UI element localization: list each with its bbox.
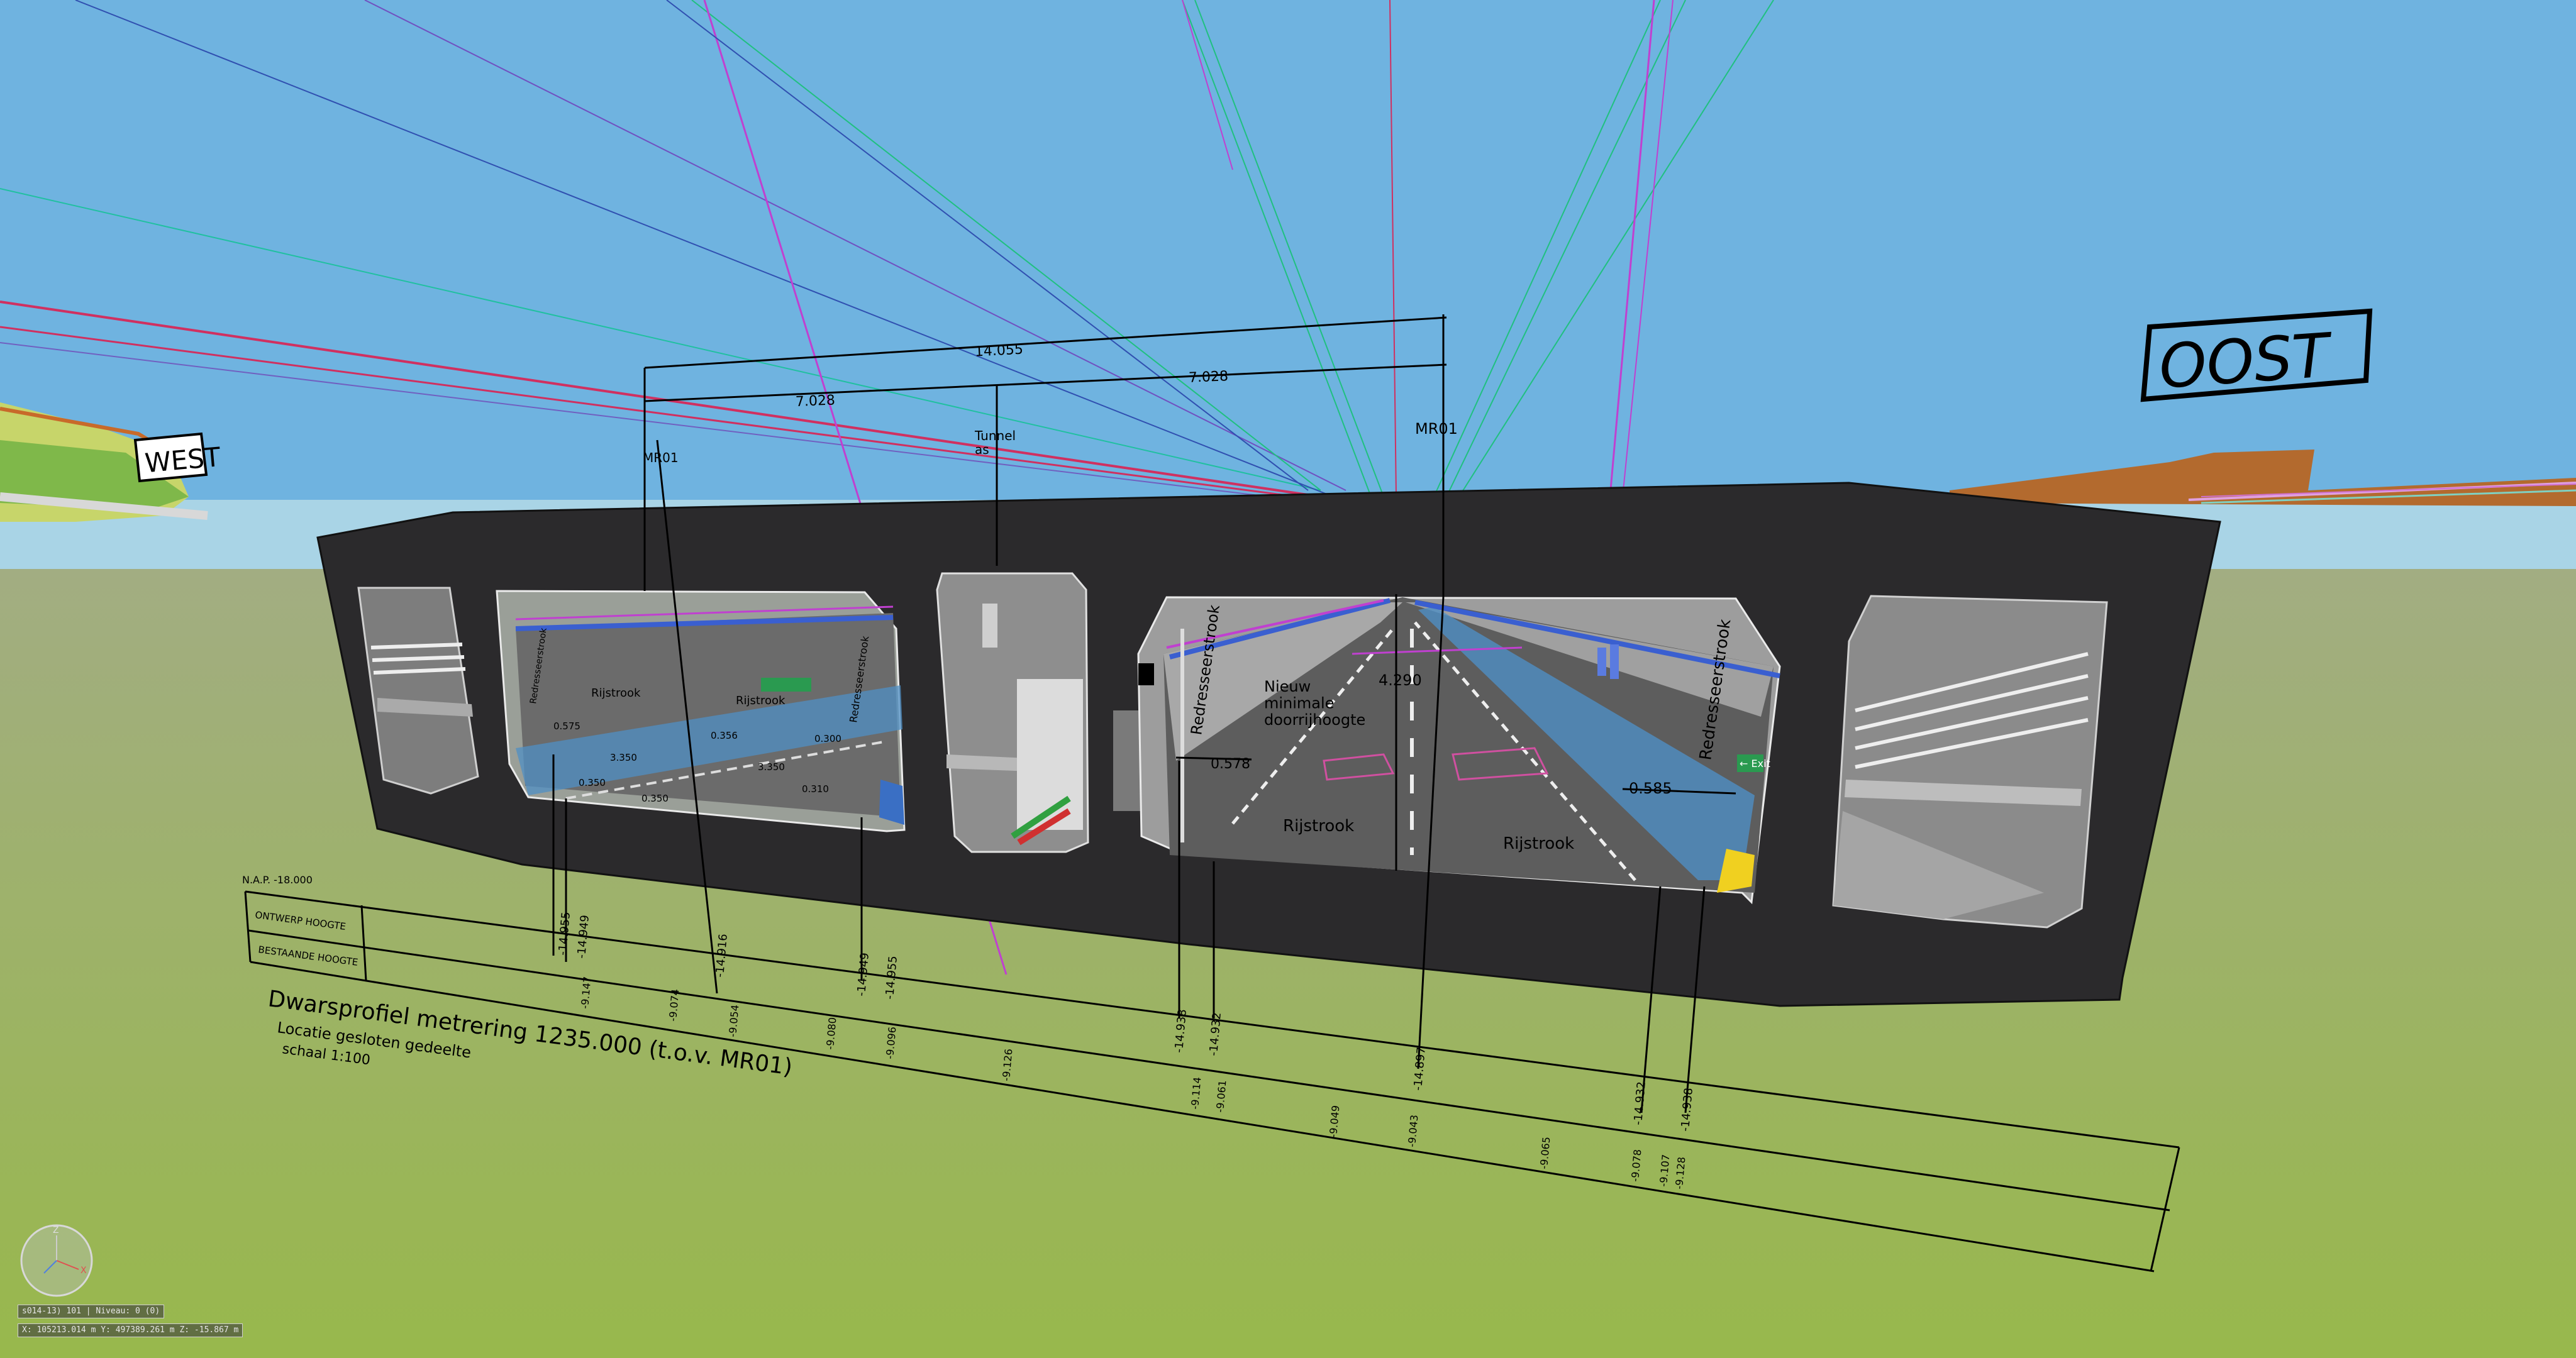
svg-text:WEST: WEST <box>143 441 222 478</box>
dim-right: 7.028 <box>1188 368 1228 386</box>
dim-clearance: 4.290 <box>1379 671 1422 689</box>
dim-left-offset: 0.578 <box>1211 756 1250 772</box>
svg-text:Rijstrook: Rijstrook <box>591 687 641 700</box>
dim-left: 7.028 <box>795 392 835 410</box>
svg-text:0.575: 0.575 <box>553 720 580 732</box>
east-service-gallery <box>1832 595 2108 929</box>
svg-text:OOST: OOST <box>2157 320 2335 402</box>
tunnel-cross-section-scene[interactable]: ← Exit WEST OOST 14.055 7.028 7.028 4.29… <box>0 0 2576 1358</box>
svg-text:0.350: 0.350 <box>641 793 669 804</box>
status-level-readout: s014-13) 101 | Niveau: 0 (0) <box>18 1305 165 1318</box>
dim-total: 14.055 <box>974 342 1023 360</box>
west-traffic-bore <box>496 590 906 832</box>
status-coordinate-readout: X: 105213.014 m Y: 497389.261 m Z: -15.8… <box>18 1323 243 1337</box>
svg-text:3.350: 3.350 <box>610 752 637 763</box>
svg-text:Rijstrook: Rijstrook <box>1503 834 1574 853</box>
ref-mr01-right: MR01 <box>1415 420 1458 438</box>
svg-text:0.356: 0.356 <box>711 730 738 741</box>
axis-triad-widget[interactable]: Z X <box>19 1223 94 1298</box>
axis-x-label: X <box>80 1266 87 1276</box>
3d-viewport[interactable]: ← Exit WEST OOST 14.055 7.028 7.028 4.29… <box>0 0 2576 1358</box>
svg-text:Rijstrook: Rijstrook <box>736 694 786 707</box>
svg-text:3.350: 3.350 <box>758 761 785 773</box>
exit-sign: ← Exit <box>1740 758 1770 770</box>
east-traffic-bore: ← Exit <box>1137 596 1781 905</box>
axis-z-label: Z <box>53 1225 59 1235</box>
svg-text:0.300: 0.300 <box>814 733 841 744</box>
dim-right-offset: 0.585 <box>1629 780 1672 797</box>
svg-text:Rijstrook: Rijstrook <box>1283 817 1354 836</box>
ref-mr01-left: MR01 <box>643 450 679 465</box>
svg-text:0.350: 0.350 <box>579 777 606 788</box>
nap-label: N.A.P. -18.000 <box>242 874 313 886</box>
svg-text:0.310: 0.310 <box>802 783 829 795</box>
